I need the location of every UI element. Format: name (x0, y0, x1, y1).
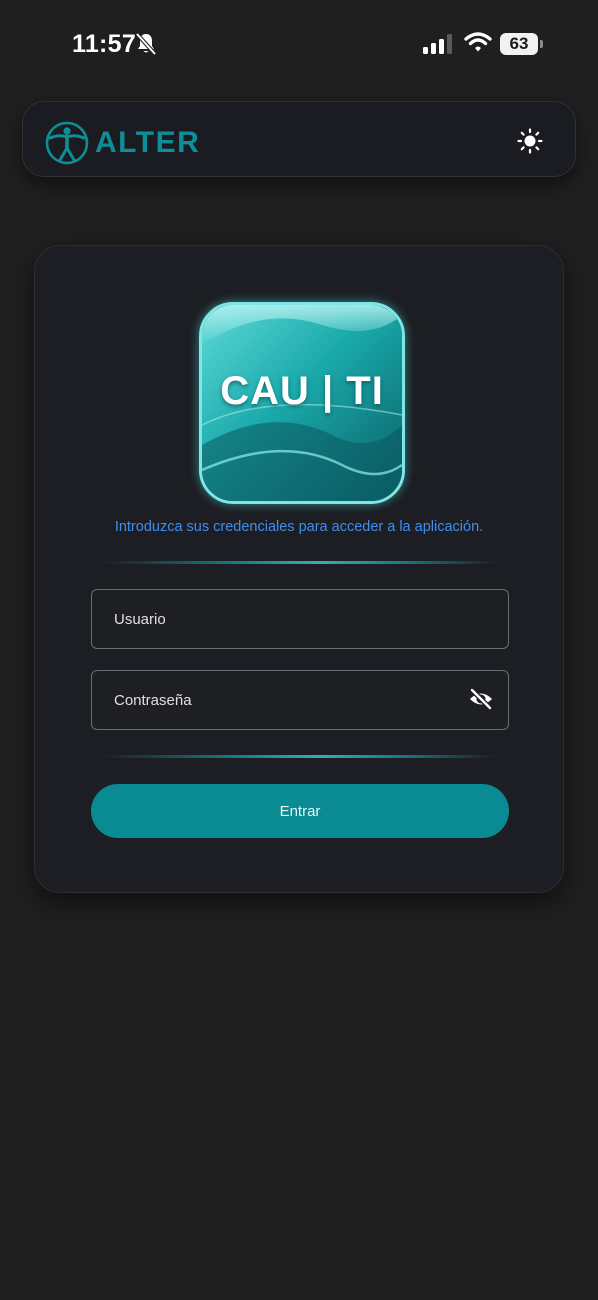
sun-icon[interactable] (517, 128, 543, 154)
password-field[interactable] (91, 670, 509, 730)
vitruvian-figure-icon (45, 121, 89, 165)
status-time: 11:57 (72, 30, 137, 58)
bell-slash-icon (135, 32, 157, 56)
username-input[interactable] (112, 590, 456, 648)
cellular-signal-icon (423, 34, 452, 54)
wifi-icon (464, 32, 492, 52)
divider (101, 755, 497, 758)
app-logo: CAU | TI (199, 302, 405, 504)
app-header: ALTER (22, 101, 576, 177)
battery-tip (540, 40, 543, 48)
battery-level: 63 (500, 33, 538, 55)
divider (101, 561, 497, 564)
login-card: CAU | TI Introduzca sus credenciales par… (34, 245, 564, 893)
eye-off-icon[interactable] (468, 686, 494, 712)
logo-text: CAU | TI (220, 369, 384, 413)
username-field[interactable] (91, 589, 509, 649)
brand-name: ALTER (95, 126, 201, 159)
battery-icon: 63 (500, 33, 544, 55)
login-subtitle: Introduzca sus credenciales para acceder… (114, 519, 484, 535)
login-button[interactable]: Entrar (91, 784, 509, 838)
status-bar: 11:57 63 (0, 0, 598, 88)
password-input[interactable] (112, 671, 456, 729)
